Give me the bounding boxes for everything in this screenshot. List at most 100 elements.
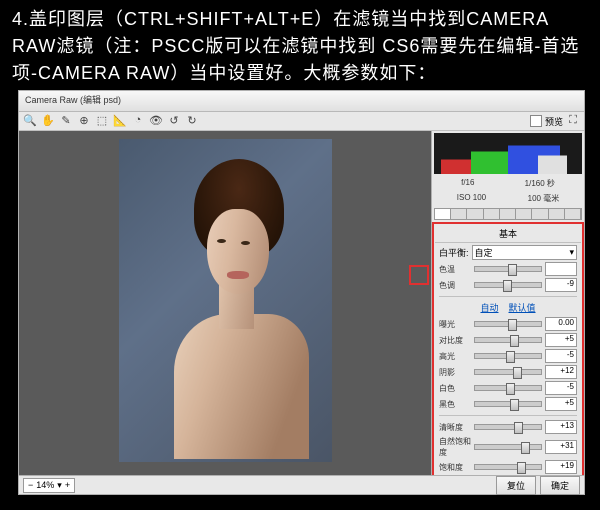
rotate-left-icon[interactable]: ↺ <box>167 114 181 128</box>
slider-thumb[interactable] <box>517 462 526 474</box>
adjustment-panel: f/161/160 秒 ISO 100100 毫米 基本 <box>432 131 584 481</box>
spot-icon[interactable]: ◔ <box>131 114 145 128</box>
camera-info-2: ISO 100100 毫米 <box>432 191 584 206</box>
slider-label: 清晰度 <box>439 422 471 433</box>
tab-preset[interactable] <box>565 209 581 219</box>
slider-thumb[interactable] <box>503 280 512 292</box>
hand-icon[interactable]: ✋ <box>41 114 55 128</box>
image-preview[interactable] <box>119 139 332 462</box>
ok-button[interactable]: 确定 <box>540 476 580 495</box>
histogram <box>434 133 582 174</box>
slider-label: 饱和度 <box>439 462 471 473</box>
bottom-bar: − 14% ▾ + 复位 确定 <box>19 475 584 494</box>
panel-tabs <box>434 208 582 220</box>
slider-track[interactable] <box>474 337 542 343</box>
slider-label: 阴影 <box>439 367 471 378</box>
slider-value[interactable]: +5 <box>545 333 577 347</box>
slider-row: 对比度 +5 <box>439 333 577 347</box>
tab-fx[interactable] <box>532 209 548 219</box>
slider-label: 色调 <box>439 280 471 291</box>
slider-value[interactable]: 0.00 <box>545 317 577 331</box>
camera-raw-window: Camera Raw (编辑 psd) 🔍 ✋ ✎ ⊕ ⬚ 📐 ◔ 👁 ↺ ↻ … <box>18 90 585 495</box>
slider-row: 清晰度 +13 <box>439 420 577 434</box>
wb-dropdown[interactable]: 自定▾ <box>472 245 577 260</box>
slider-thumb[interactable] <box>506 351 515 363</box>
plus-icon[interactable]: + <box>65 480 70 490</box>
slider-track[interactable] <box>474 444 542 450</box>
instruction-text: 4.盖印图层（CTRL+SHIFT+ALT+E）在滤镜当中找到CAMERA RA… <box>0 0 600 93</box>
slider-row: 自然饱和度 +31 <box>439 436 577 458</box>
slider-value[interactable]: +31 <box>545 440 577 454</box>
slider-row: 高光-5 <box>439 349 577 363</box>
slider-label: 对比度 <box>439 335 471 346</box>
rotate-right-icon[interactable]: ↻ <box>185 114 199 128</box>
tab-basic[interactable] <box>435 209 451 219</box>
tab-split[interactable] <box>500 209 516 219</box>
titlebar: Camera Raw (编辑 psd) <box>19 91 584 112</box>
slider-row: 曝光 0.00 <box>439 317 577 331</box>
eyedropper-icon[interactable]: ✎ <box>59 114 73 128</box>
slider-track[interactable] <box>474 385 542 391</box>
minus-icon[interactable]: − <box>28 480 33 490</box>
slider-label: 白色 <box>439 383 471 394</box>
wb-label: 白平衡: <box>439 246 469 259</box>
chevron-down-icon: ▾ <box>57 480 62 491</box>
slider-value[interactable]: -5 <box>545 381 577 395</box>
slider-value[interactable]: +19 <box>545 460 577 474</box>
slider-row: 黑色 +5 <box>439 397 577 411</box>
slider-value[interactable]: +13 <box>545 420 577 434</box>
redeye-icon[interactable]: 👁 <box>149 114 163 128</box>
zoom-icon[interactable]: 🔍 <box>23 114 37 128</box>
toolbar: 🔍 ✋ ✎ ⊕ ⬚ 📐 ◔ 👁 ↺ ↻ 预览 ⛶ <box>19 112 584 131</box>
tab-curve[interactable] <box>451 209 467 219</box>
slider-row: 白色 -5 <box>439 381 577 395</box>
slider-label: 曝光 <box>439 319 471 330</box>
straighten-icon[interactable]: 📐 <box>113 114 127 128</box>
slider-track[interactable] <box>474 464 542 470</box>
tab-highlight <box>409 265 429 285</box>
slider-thumb[interactable] <box>506 383 515 395</box>
tab-cal[interactable] <box>549 209 565 219</box>
preview-checkbox[interactable] <box>530 115 542 127</box>
slider-value[interactable]: -5 <box>545 349 577 363</box>
slider-row: 饱和度 +19 <box>439 460 577 474</box>
slider-thumb[interactable] <box>508 264 517 276</box>
slider-track[interactable] <box>474 369 542 375</box>
slider-row: 阴影 +12 <box>439 365 577 379</box>
slider-row: 色调 -9 <box>439 278 577 292</box>
fullscreen-icon[interactable]: ⛶ <box>566 114 580 128</box>
slider-thumb[interactable] <box>521 442 530 454</box>
slider-thumb[interactable] <box>510 335 519 347</box>
slider-label: 黑色 <box>439 399 471 410</box>
preview-label: 预览 <box>545 115 563 128</box>
slider-track[interactable] <box>474 266 542 272</box>
tab-hsl[interactable] <box>484 209 500 219</box>
slider-label: 色温 <box>439 264 471 275</box>
tab-lens[interactable] <box>516 209 532 219</box>
slider-value[interactable] <box>545 262 577 276</box>
sampler-icon[interactable]: ⊕ <box>77 114 91 128</box>
camera-info: f/161/160 秒 <box>432 176 584 191</box>
slider-value[interactable]: -9 <box>545 278 577 292</box>
tab-detail[interactable] <box>467 209 483 219</box>
crop-icon[interactable]: ⬚ <box>95 114 109 128</box>
default-link[interactable]: 默认值 <box>509 301 536 314</box>
basic-heading: 基本 <box>435 225 581 243</box>
slider-thumb[interactable] <box>510 399 519 411</box>
slider-value[interactable]: +5 <box>545 397 577 411</box>
slider-track[interactable] <box>474 353 542 359</box>
slider-track[interactable] <box>474 401 542 407</box>
slider-label: 自然饱和度 <box>439 436 471 458</box>
highlight-box: 基本 白平衡: 自定▾ 色温色调-9 自动 默认值 曝光0.00对比度+5高光- <box>432 222 584 481</box>
slider-row: 色温 <box>439 262 577 276</box>
slider-track[interactable] <box>474 321 542 327</box>
slider-track[interactable] <box>474 282 542 288</box>
reset-button[interactable]: 复位 <box>496 476 536 495</box>
slider-track[interactable] <box>474 424 542 430</box>
slider-value[interactable]: +12 <box>545 365 577 379</box>
auto-link[interactable]: 自动 <box>480 301 498 314</box>
zoom-selector[interactable]: − 14% ▾ + <box>23 478 75 493</box>
slider-thumb[interactable] <box>513 367 522 379</box>
slider-thumb[interactable] <box>508 319 517 331</box>
slider-thumb[interactable] <box>514 422 523 434</box>
